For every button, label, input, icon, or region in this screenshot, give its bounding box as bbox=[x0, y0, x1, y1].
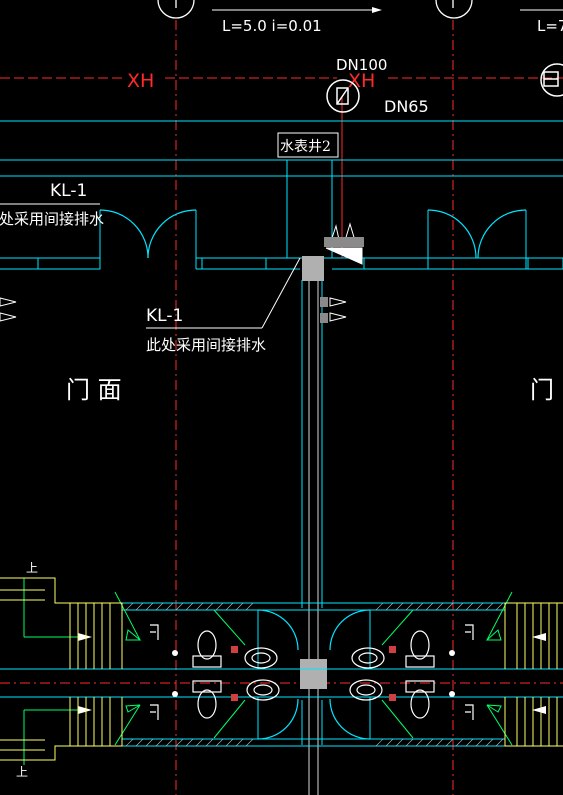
stair-up-label-bottom: 上 bbox=[16, 765, 28, 779]
valve-icon bbox=[326, 79, 360, 113]
slope-label-left: L=5.0 i=0.01 bbox=[222, 17, 322, 35]
toilet-block-walls bbox=[0, 602, 563, 747]
drain-note-center: 此处采用间接排水 bbox=[146, 336, 266, 354]
pipe-size-dn65: DN65 bbox=[384, 97, 429, 116]
room-label-left: 门 面 bbox=[66, 376, 122, 404]
kl-tag-center: KL-1 bbox=[146, 306, 183, 326]
kl-tag-left: KL-1 bbox=[50, 181, 87, 201]
room-label-right: 门 bbox=[530, 376, 554, 404]
stairs-right bbox=[504, 602, 563, 747]
cad-drawing: L=5.0 i=0.01 L=7 XH XH DN100 DN65 水表井2 K… bbox=[0, 0, 563, 795]
valve-icon-right bbox=[540, 63, 563, 97]
stair-up-label-top: 上 bbox=[26, 561, 38, 575]
stair-arrows-right bbox=[532, 633, 546, 714]
column-lower bbox=[300, 659, 327, 689]
corridor-centerlines bbox=[308, 280, 319, 795]
pipe-size-dn100: DN100 bbox=[336, 56, 387, 74]
slope-dimension: L=5.0 i=0.01 L=7 bbox=[212, 7, 563, 35]
axis-lines bbox=[0, 20, 563, 795]
xh-label-left: XH bbox=[127, 70, 154, 92]
drain-note-left: 此处采用间接排水 bbox=[0, 210, 104, 228]
meter-well-label: 水表井2 bbox=[280, 139, 331, 155]
slope-label-right: L=7 bbox=[537, 17, 563, 35]
fixture-arrows bbox=[23, 578, 513, 765]
stair-arrows bbox=[78, 633, 92, 714]
axis-bubbles bbox=[157, 0, 473, 19]
fire-pipe-xh bbox=[0, 77, 563, 258]
column-upper bbox=[302, 256, 324, 281]
door-swings bbox=[99, 209, 527, 259]
